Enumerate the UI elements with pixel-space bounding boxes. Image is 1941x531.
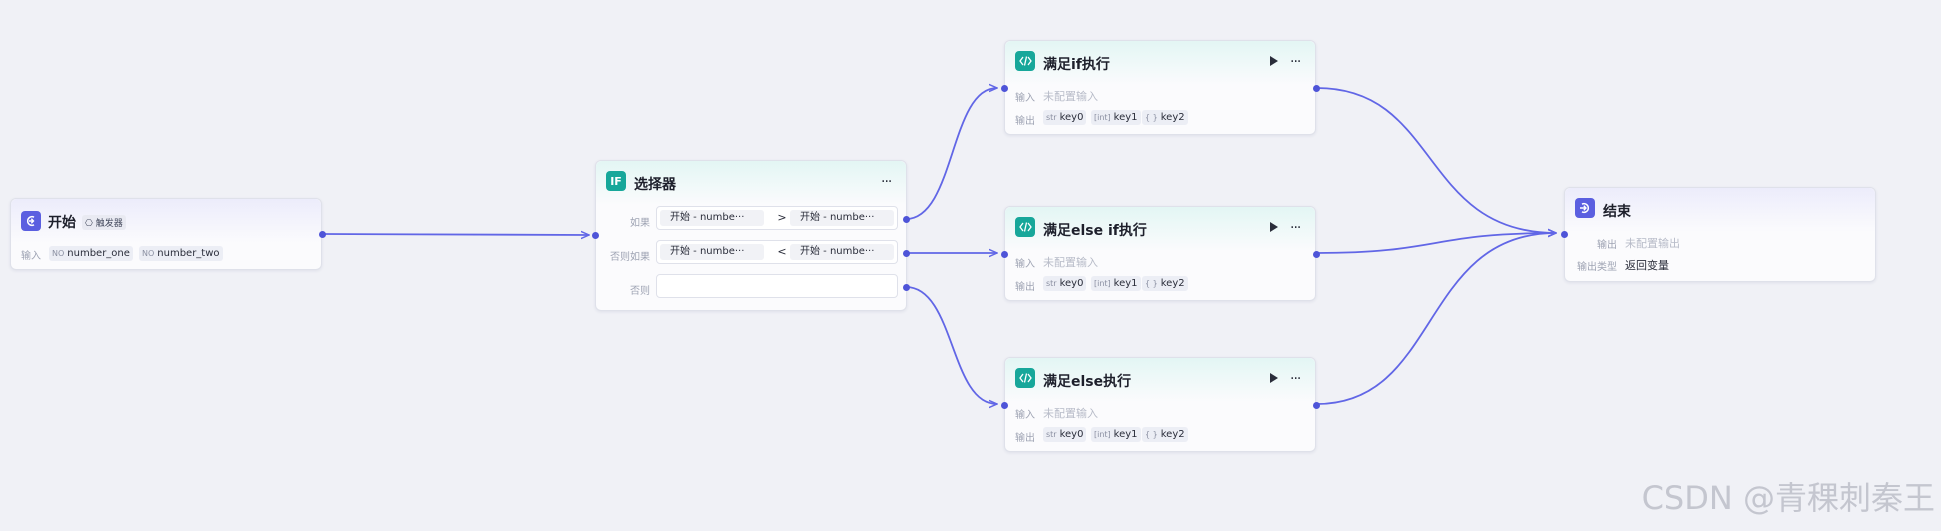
input-port[interactable] xyxy=(592,232,599,239)
selector-node[interactable]: IF 选择器 ··· 如果 开始 - numbe··· > 开始 - numbe… xyxy=(592,160,910,311)
else-row[interactable] xyxy=(656,274,898,298)
output-label: 输出 xyxy=(1015,433,1035,444)
if-icon: IF xyxy=(606,171,626,191)
input-variable-chip: NO number_one xyxy=(49,246,133,261)
start-node[interactable]: 开始 ⎔ 触发器 输入 NO number_one NO number_two xyxy=(10,198,326,270)
output-variable-chip: str key0 xyxy=(1043,276,1087,291)
code-icon xyxy=(1015,368,1035,388)
condition-right-operand[interactable]: 开始 - numbe··· xyxy=(790,210,894,226)
output-label: 输出 xyxy=(1015,116,1035,127)
output-variable-chip: str key0 xyxy=(1043,427,1087,442)
output-port[interactable] xyxy=(1313,85,1320,92)
code-node-elseif[interactable]: 满足else if执行 ··· 输入 未配置输入 输出 str key0 [in… xyxy=(1001,206,1320,301)
elseif-output-port[interactable] xyxy=(903,250,910,257)
node-title: 选择器 xyxy=(634,177,676,193)
condition-row[interactable]: 开始 - numbe··· < 开始 - numbe··· xyxy=(656,240,898,264)
output-variable-chip: [int] key1 xyxy=(1091,427,1141,442)
condition-operator: > xyxy=(777,211,787,224)
run-icon[interactable] xyxy=(1270,56,1278,66)
condition-label: 否则如果 xyxy=(610,252,650,263)
edge-else-to-code3 xyxy=(905,286,997,404)
input-port[interactable] xyxy=(1001,402,1008,409)
output-type-value: 返回变量 xyxy=(1625,259,1669,272)
output-type-label: 输出类型 xyxy=(1577,262,1617,273)
code-node-if[interactable]: 满足if执行 ··· 输入 未配置输入 输出 str key0 [int] ke… xyxy=(1001,40,1320,135)
more-options-icon[interactable]: ··· xyxy=(881,175,892,189)
output-port[interactable] xyxy=(319,231,326,238)
condition-label: 如果 xyxy=(630,218,650,229)
output-port[interactable] xyxy=(1313,402,1320,409)
condition-left-operand[interactable]: 开始 - numbe··· xyxy=(660,210,764,226)
output-variable-chip: { } key2 xyxy=(1142,276,1188,291)
else-label: 否则 xyxy=(630,286,650,297)
output-variable-chip: [int] key1 xyxy=(1091,276,1141,291)
if-output-port[interactable] xyxy=(903,216,910,223)
input-label: 输入 xyxy=(1015,410,1035,421)
more-options-icon[interactable]: ··· xyxy=(1290,55,1301,69)
input-variable-chip: NO number_two xyxy=(139,246,223,261)
condition-operator: < xyxy=(777,245,787,258)
input-port[interactable] xyxy=(1561,231,1568,238)
node-title: 满足if执行 xyxy=(1043,57,1110,73)
node-title: 满足else执行 xyxy=(1043,374,1132,390)
output-value: 未配置输出 xyxy=(1625,237,1680,250)
more-options-icon[interactable]: ··· xyxy=(1290,221,1301,235)
output-label: 输出 xyxy=(1015,282,1035,293)
node-title: 开始 xyxy=(48,215,76,231)
node-title: 结束 xyxy=(1603,204,1631,220)
end-node[interactable]: 结束 输出 未配置输出 输出类型 返回变量 xyxy=(1561,187,1876,282)
input-value: 未配置输入 xyxy=(1043,407,1098,420)
code-node-else[interactable]: 满足else执行 ··· 输入 未配置输入 输出 str key0 [int] … xyxy=(1001,357,1320,452)
run-icon[interactable] xyxy=(1270,222,1278,232)
else-output-port[interactable] xyxy=(903,284,910,291)
edge-if-to-code1 xyxy=(905,88,997,220)
trigger-icon: ⎔ xyxy=(85,219,93,229)
input-label: 输入 xyxy=(1015,93,1035,104)
input-port[interactable] xyxy=(1001,251,1008,258)
output-variable-chip: { } key2 xyxy=(1142,110,1188,125)
input-label: 输入 xyxy=(21,251,41,262)
code-icon xyxy=(1015,51,1035,71)
trigger-tag: ⎔ 触发器 xyxy=(82,215,126,230)
node-title: 满足else if执行 xyxy=(1043,223,1147,239)
code-icon xyxy=(1015,217,1035,237)
watermark: CSDN @青稞刺秦王 xyxy=(1641,479,1935,517)
output-port[interactable] xyxy=(1313,251,1320,258)
condition-left-operand[interactable]: 开始 - numbe··· xyxy=(660,244,764,260)
edge-start-to-selector xyxy=(321,234,589,235)
input-value: 未配置输入 xyxy=(1043,90,1098,103)
output-label: 输出 xyxy=(1597,240,1617,251)
more-options-icon[interactable]: ··· xyxy=(1290,372,1301,386)
input-port[interactable] xyxy=(1001,85,1008,92)
condition-row[interactable]: 开始 - numbe··· > 开始 - numbe··· xyxy=(656,206,898,230)
end-exit-icon xyxy=(1575,198,1595,218)
output-variable-chip: str key0 xyxy=(1043,110,1087,125)
output-variable-chip: [int] key1 xyxy=(1091,110,1141,125)
edge-code3-to-end xyxy=(1316,233,1556,405)
input-label: 输入 xyxy=(1015,259,1035,270)
start-trigger-icon xyxy=(21,211,41,231)
run-icon[interactable] xyxy=(1270,373,1278,383)
condition-right-operand[interactable]: 开始 - numbe··· xyxy=(790,244,894,260)
edge-code2-to-end xyxy=(1316,233,1556,254)
edge-code1-to-end xyxy=(1316,87,1556,233)
output-variable-chip: { } key2 xyxy=(1142,427,1188,442)
input-value: 未配置输入 xyxy=(1043,256,1098,269)
